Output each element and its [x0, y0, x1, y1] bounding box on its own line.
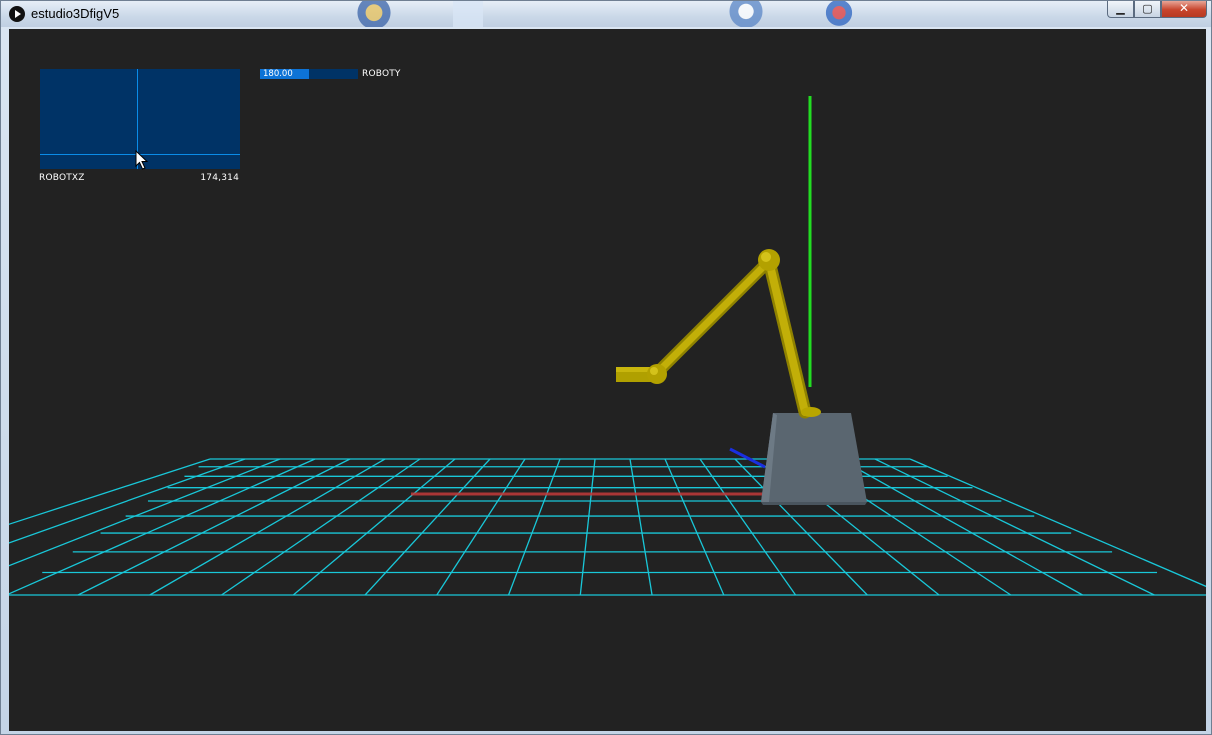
- minimize-button[interactable]: ▁: [1107, 1, 1134, 18]
- robot-xz-value: 174,314: [200, 173, 239, 183]
- grid-line: [292, 458, 456, 596]
- background-taskbar-thumbnail-icon: [351, 1, 397, 27]
- grid-line: [436, 458, 526, 596]
- title-bar[interactable]: estudio3DfigV5 ▁ ▢ ✕: [1, 1, 1211, 27]
- sketch-canvas[interactable]: ROBOTXZ 174,314 180.00 ROBOTY: [9, 29, 1206, 731]
- robot-y-slider[interactable]: 180.00: [260, 69, 358, 79]
- background-taskbar-thumbnail-icon: [453, 1, 483, 27]
- grid-line: [909, 458, 1206, 588]
- grid-line: [629, 458, 653, 596]
- z-axis-line: [729, 447, 766, 469]
- robot-arm: [616, 249, 821, 419]
- close-button[interactable]: ✕: [1161, 1, 1207, 18]
- grid-line: [9, 458, 211, 525]
- floor-grid: [9, 458, 1206, 596]
- robot-base: [761, 413, 867, 505]
- grid-line: [9, 458, 281, 567]
- grid-line: [874, 458, 1155, 596]
- grid-line: [507, 458, 561, 596]
- grid-line: [579, 458, 596, 596]
- processing-play-icon: [9, 6, 25, 22]
- window-title: estudio3DfigV5: [31, 6, 120, 21]
- grid-line: [77, 458, 351, 596]
- robot-xz-label: ROBOTXZ: [39, 173, 85, 183]
- grid-line: [9, 458, 246, 544]
- grid-line: [364, 458, 491, 596]
- maximize-button[interactable]: ▢: [1134, 1, 1161, 18]
- maximize-icon: ▢: [1142, 2, 1153, 15]
- mouse-cursor-icon: [135, 150, 149, 170]
- background-taskbar-thumbnail-icon: [721, 1, 771, 27]
- robot-y-value: 180.00: [263, 69, 293, 79]
- background-taskbar-thumbnail-icon: [823, 1, 855, 27]
- grid-line: [221, 458, 421, 596]
- app-window: estudio3DfigV5 ▁ ▢ ✕ ROBOTXZ 174,314 180…: [0, 0, 1212, 735]
- robot-y-label: ROBOTY: [362, 69, 401, 79]
- grid-line: [839, 458, 1083, 596]
- close-icon: ✕: [1178, 1, 1190, 15]
- minimize-icon: ▁: [1116, 2, 1125, 15]
- window-controls: ▁ ▢ ✕: [1107, 1, 1207, 19]
